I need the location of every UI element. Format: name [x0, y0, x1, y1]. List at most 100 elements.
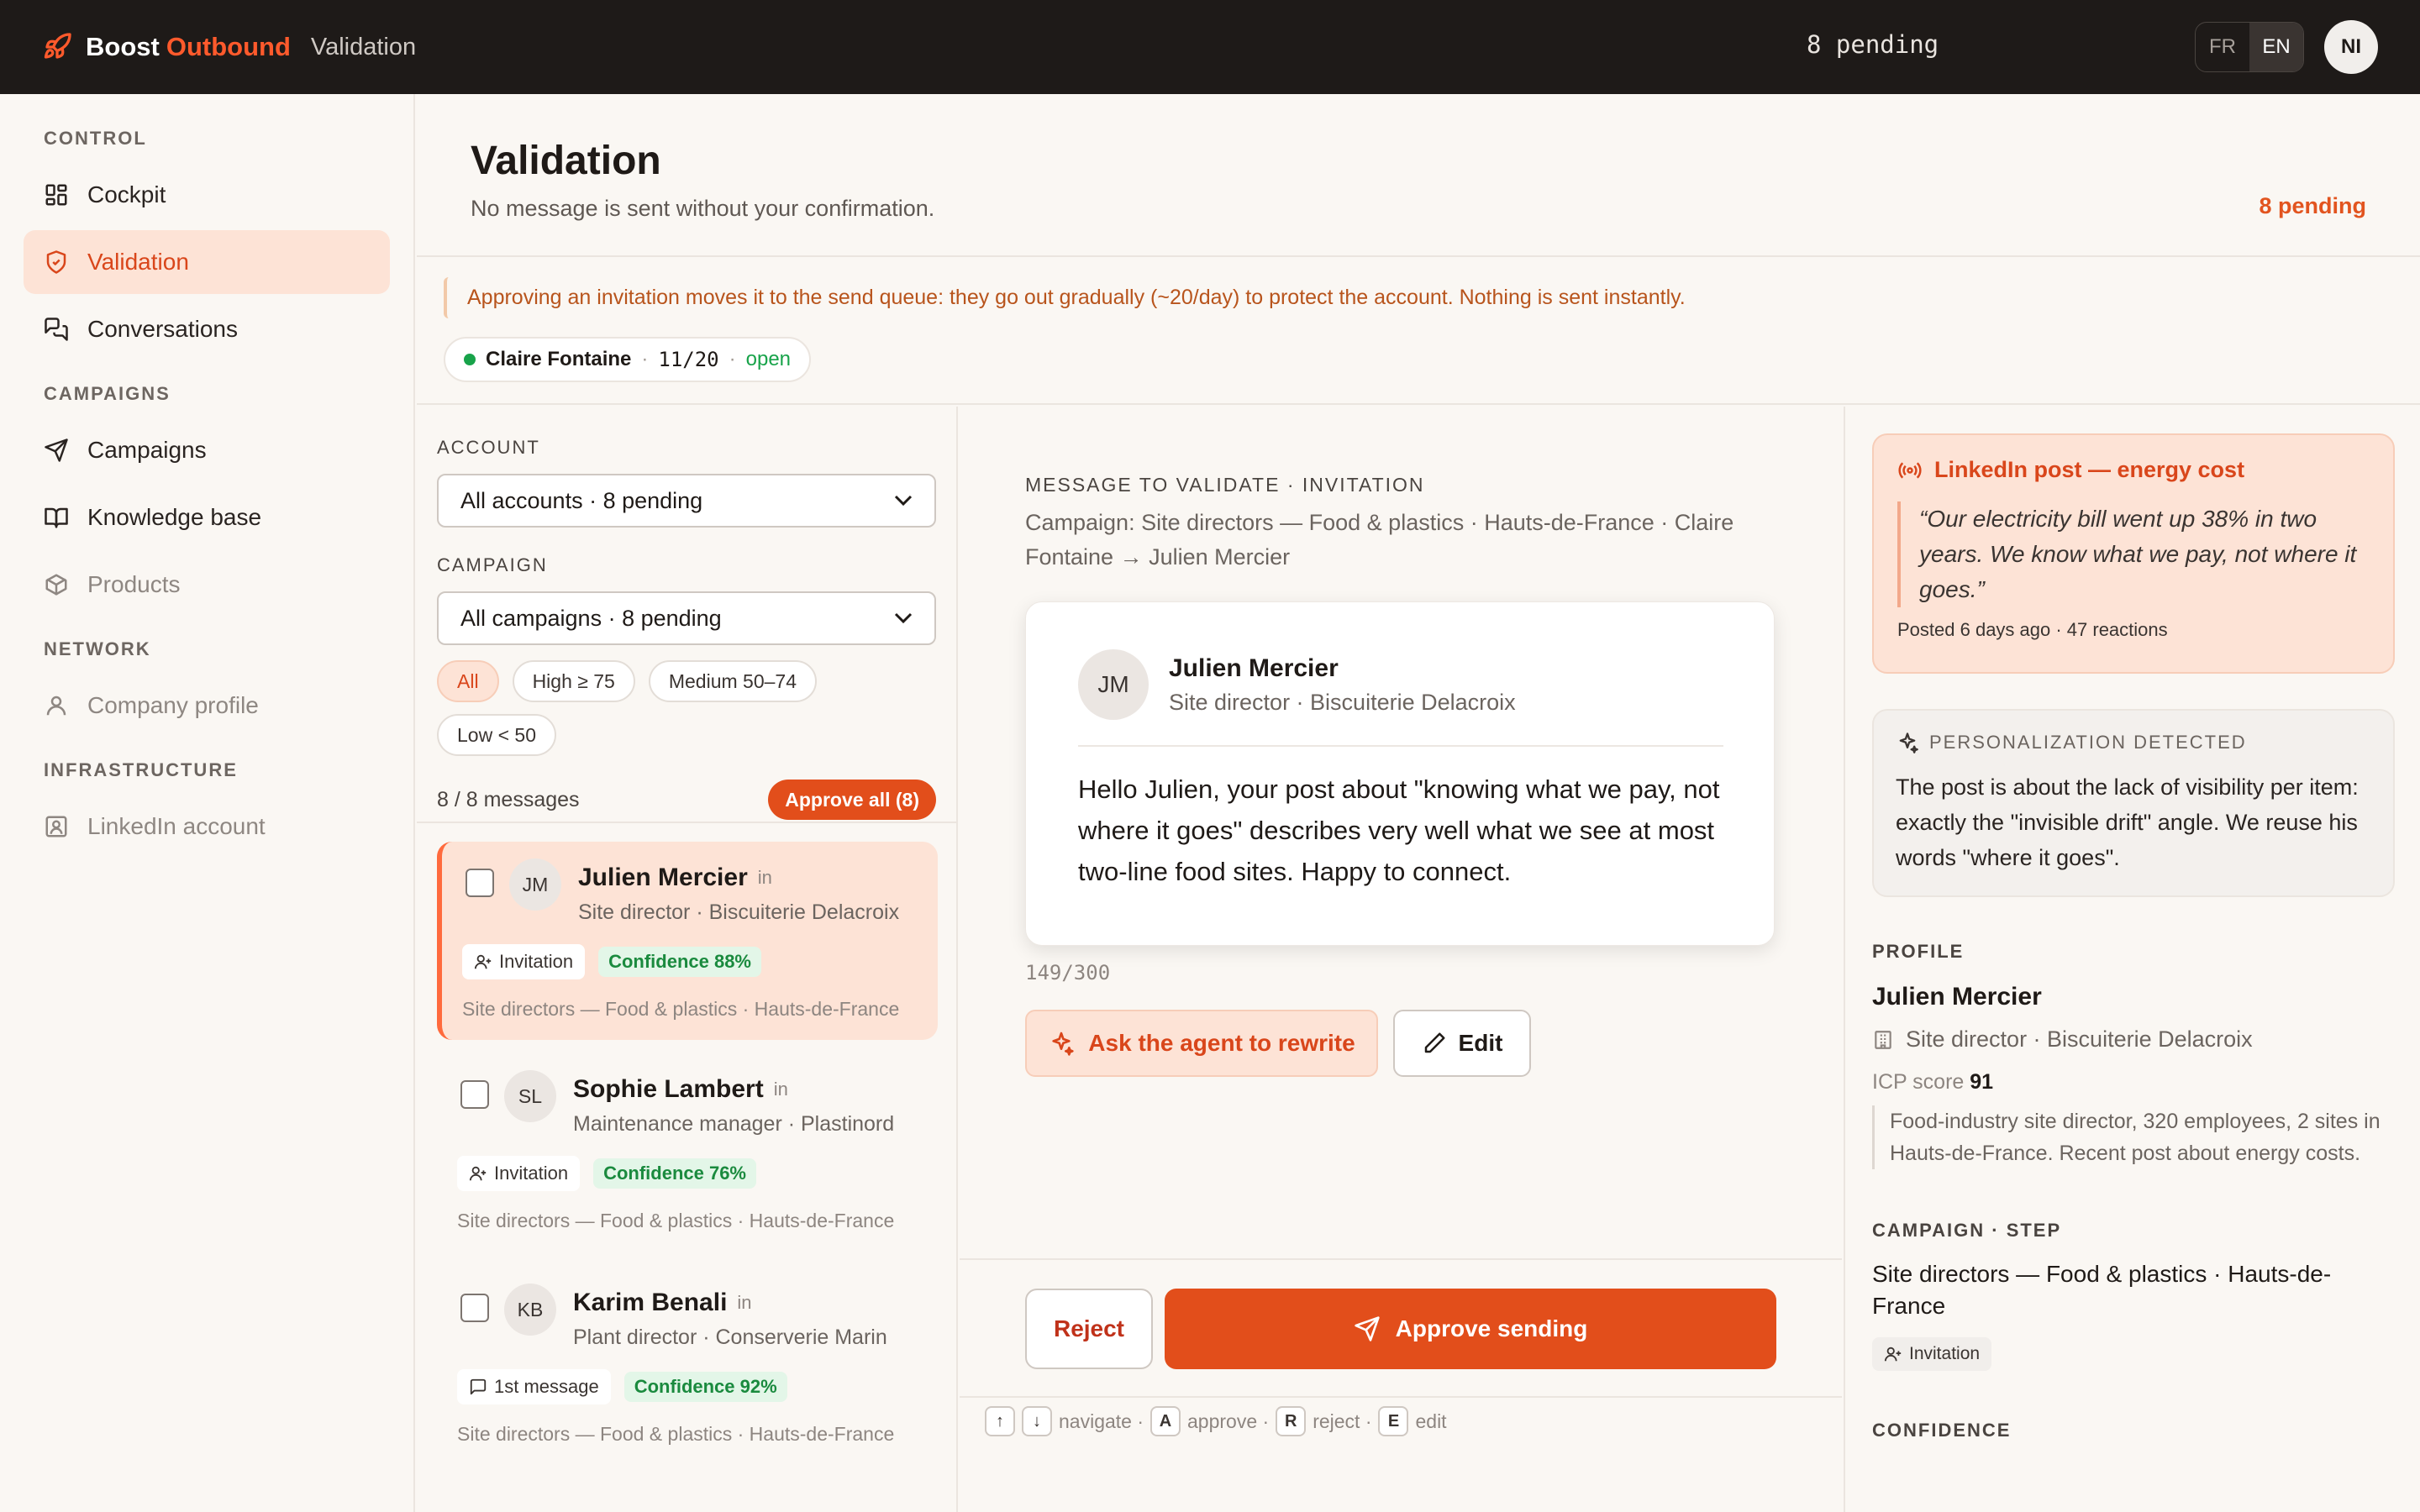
account-filter-label: ACCOUNT — [437, 437, 540, 458]
linkedin-icon[interactable]: in — [758, 867, 772, 889]
divider — [1078, 745, 1723, 747]
sidebar-item-validation[interactable]: Validation — [24, 230, 390, 294]
list-item[interactable]: KB Karim Benali in Plant director · Conse… — [437, 1267, 938, 1465]
message-count: 8 / 8 messages — [437, 787, 580, 811]
icp-score: ICP score 91 — [1872, 1070, 1993, 1095]
avatar: JM — [509, 858, 561, 911]
send-icon — [45, 438, 68, 462]
confidence-badge: Confidence 92% — [623, 1372, 787, 1402]
sidebar-item-linkedin-account[interactable]: LinkedIn account — [24, 795, 390, 858]
approve-all-button[interactable]: Approve all (8) — [768, 780, 936, 820]
sidebar-section-infrastructure: INFRASTRUCTURE — [44, 759, 238, 780]
campaign-name: Site directors — Food & plastics · Hauts… — [457, 1210, 895, 1231]
sidebar-section-campaigns: CAMPAIGNS — [44, 383, 171, 404]
brand[interactable]: Boost Outbound Validation — [42, 32, 416, 62]
box-icon — [45, 574, 67, 596]
reject-button[interactable]: Reject — [1025, 1289, 1153, 1369]
lang-fr-button[interactable]: FR — [2196, 23, 2249, 71]
account-chip[interactable]: Claire Fontaine · 11/20 · open — [444, 337, 812, 382]
campaign-name: Site directors — Food & plastics · Hauts… — [457, 1423, 895, 1445]
edit-button[interactable]: Edit — [1393, 1010, 1531, 1077]
shield-check-icon — [46, 250, 66, 274]
page-subtitle: No message is sent without your confirma… — [471, 196, 935, 221]
account-quota: 11/20 — [658, 348, 719, 371]
select-checkbox[interactable] — [460, 1294, 489, 1322]
approve-sending-button[interactable]: Approve sending — [1165, 1289, 1776, 1369]
avatar: KB — [504, 1284, 556, 1336]
filter-pill-medium[interactable]: Medium 50–74 — [648, 660, 818, 702]
type-badge-label: 1st message — [494, 1376, 599, 1397]
sidebar-item-campaigns[interactable]: Campaigns — [24, 418, 390, 482]
filter-pill-low[interactable]: Low < 50 — [437, 714, 556, 756]
avatar: SL — [504, 1070, 556, 1122]
account-status: open — [745, 348, 792, 370]
sparkles-icon — [1052, 1032, 1074, 1056]
type-badge: 1st message — [457, 1369, 611, 1404]
sparkles-icon — [1899, 732, 1918, 753]
sidebar-item-label: Campaigns — [87, 437, 207, 463]
filter-pill-all[interactable]: All — [437, 660, 499, 702]
user-avatar[interactable]: NI — [2324, 20, 2378, 74]
account-select[interactable]: All accounts · 8 pending — [437, 474, 936, 528]
step-badge-label: Invitation — [1909, 1344, 1981, 1363]
lang-en-button[interactable]: EN — [2249, 23, 2303, 71]
user-plus-icon — [1884, 1347, 1902, 1362]
personalization-label: PERSONALIZATION DETECTED — [1929, 732, 2247, 753]
message-icon — [470, 1378, 487, 1395]
building-icon — [1875, 1030, 1891, 1049]
brand-name-part2: Outbound — [166, 32, 291, 61]
post-meta: Posted 6 days ago · 47 reactions — [1897, 619, 2168, 640]
type-badge-label: Invitation — [494, 1163, 569, 1184]
campaign-select-value: All campaigns · 8 pending — [460, 605, 722, 631]
campaign-step-label: CAMPAIGN · STEP — [1872, 1220, 2062, 1241]
sidebar-item-conversations[interactable]: Conversations — [24, 297, 390, 361]
personalization-text: The post is about the lack of visibility… — [1896, 774, 2359, 870]
personalization-card: PERSONALIZATION DETECTED The post is abo… — [1872, 709, 2395, 897]
key-a: A — [1150, 1406, 1181, 1436]
chevron-down-icon — [894, 495, 913, 507]
sidebar-section-network: NETWORK — [44, 638, 151, 659]
linkedin-icon[interactable]: in — [737, 1292, 751, 1314]
campaign-select[interactable]: All campaigns · 8 pending — [437, 591, 936, 645]
list-item[interactable]: SL Sophie Lambert in Maintenance manager … — [437, 1053, 938, 1252]
key-e: E — [1378, 1406, 1409, 1436]
sidebar-item-company-profile[interactable]: Company profile — [24, 674, 390, 738]
select-checkbox[interactable] — [460, 1080, 489, 1109]
broadcast-icon — [1898, 461, 1922, 479]
shortcut-navigate-label: navigate · — [1059, 1410, 1144, 1432]
select-checkbox[interactable] — [466, 869, 494, 897]
id-card-icon — [45, 816, 67, 837]
sidebar-item-cockpit[interactable]: Cockpit — [24, 163, 390, 227]
user-plus-icon — [469, 1166, 487, 1181]
key-r: R — [1276, 1406, 1307, 1436]
breadcrumb: Validation — [310, 33, 417, 60]
list-item[interactable]: JM Julien Mercier in Site director · Bisc… — [437, 842, 938, 1040]
key-down: ↓ — [1022, 1406, 1052, 1436]
pending-badge: 8 pending — [2259, 193, 2367, 218]
icp-score-value: 91 — [1970, 1070, 1994, 1094]
type-badge-label: Invitation — [499, 951, 574, 972]
message-body[interactable]: Hello Julien, your post about "knowing w… — [1078, 769, 1742, 892]
send-queue-notice: Approving an invitation moves it to the … — [444, 277, 2393, 318]
ask-agent-rewrite-button[interactable]: Ask the agent to rewrite — [1025, 1010, 1378, 1077]
confidence-label: CONFIDENCE — [1872, 1420, 2012, 1441]
contact-role: Plant director · Conserverie Marin — [573, 1326, 887, 1349]
sidebar-item-products[interactable]: Products — [24, 553, 390, 617]
profile-description: Food-industry site director, 320 employe… — [1872, 1105, 2385, 1169]
recipient-role: Site director · Biscuiterie Delacroix — [1169, 690, 1516, 715]
brand-name-part1: Boost — [86, 32, 160, 61]
account-select-value: All accounts · 8 pending — [460, 487, 703, 513]
ask-agent-rewrite-label: Ask the agent to rewrite — [1088, 1030, 1355, 1056]
filter-pill-high[interactable]: High ≥ 75 — [512, 660, 635, 702]
post-title: LinkedIn post — energy cost — [1934, 457, 2245, 482]
sidebar-item-label: Products — [87, 571, 181, 597]
status-dot — [464, 354, 476, 365]
filters-panel: ACCOUNT All accounts · 8 pending CAMPAIG… — [417, 407, 956, 823]
pencil-icon — [1424, 1032, 1445, 1053]
type-badge: Invitation — [457, 1156, 581, 1191]
profile-name: Julien Mercier — [1872, 983, 2042, 1011]
sidebar-item-knowledge-base[interactable]: Knowledge base — [24, 486, 390, 549]
page-title: Validation — [471, 139, 661, 183]
linkedin-icon[interactable]: in — [774, 1079, 788, 1100]
edit-label: Edit — [1458, 1030, 1503, 1056]
